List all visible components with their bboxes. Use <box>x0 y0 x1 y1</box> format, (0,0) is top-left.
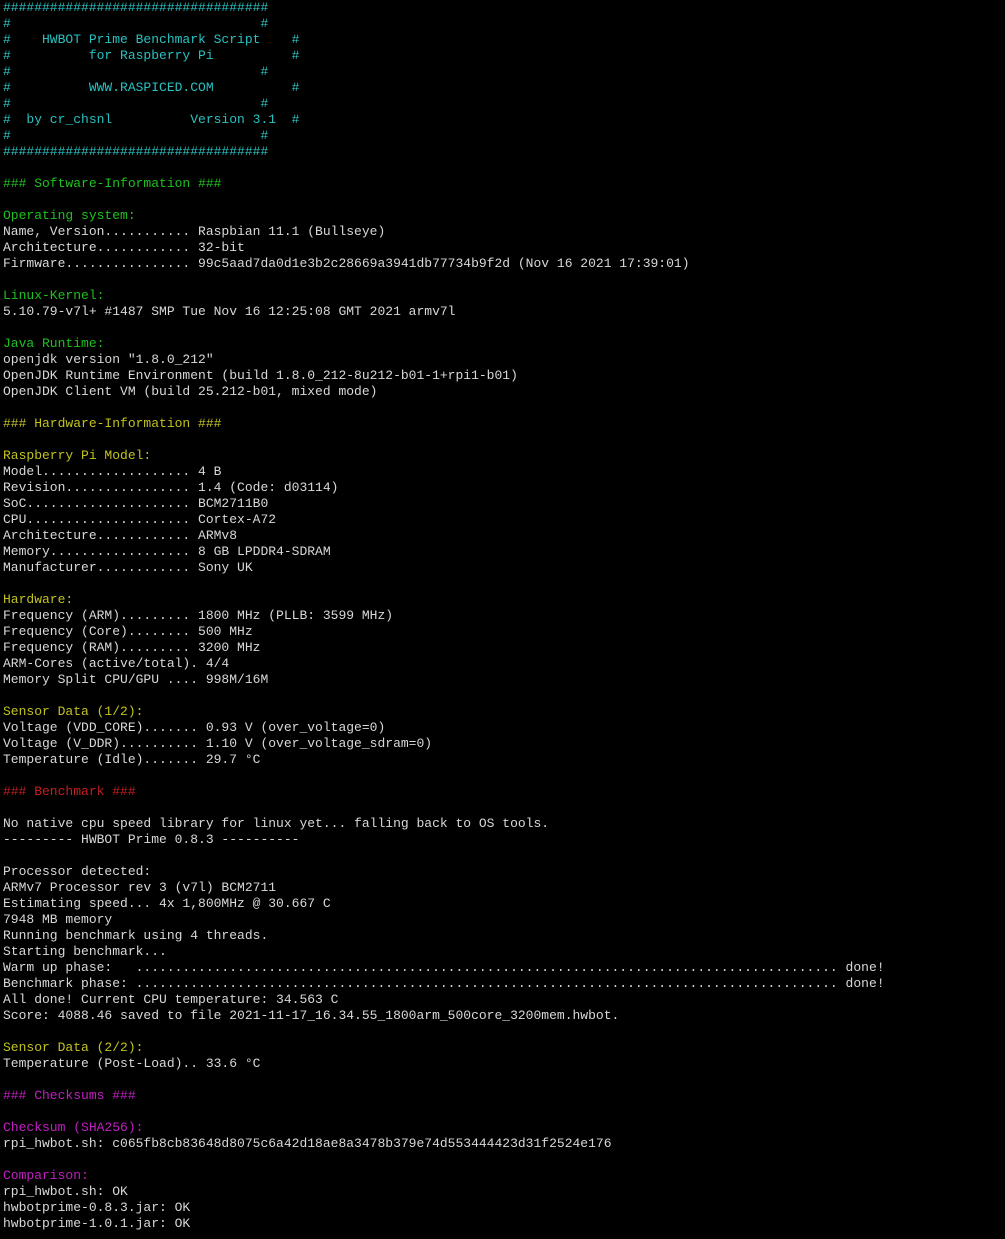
terminal-line: # WWW.RASPICED.COM # <box>3 80 300 95</box>
terminal-line: # HWBOT Prime Benchmark Script # <box>3 32 300 47</box>
terminal-line: # by cr_chsnl Version 3.1 # <box>3 112 300 127</box>
terminal-line: 5.10.79-v7l+ #1487 SMP Tue Nov 16 12:25:… <box>3 304 456 319</box>
terminal-line: hwbotprime-0.8.3.jar: OK <box>3 1200 191 1215</box>
terminal-line: Model................... 4 B <box>3 464 222 479</box>
terminal-line: rpi_hwbot.sh: OK <box>3 1184 128 1199</box>
terminal-line: Java Runtime: <box>3 336 105 351</box>
terminal-line: Architecture............ 32-bit <box>3 240 245 255</box>
terminal-line: rpi_hwbot.sh: c065fb8cb83648d8075c6a42d1… <box>3 1136 612 1151</box>
terminal-line: OpenJDK Runtime Environment (build 1.8.0… <box>3 368 518 383</box>
terminal-line: hwbotprime-1.0.1.jar: OK <box>3 1216 191 1231</box>
terminal-line: Checksum (SHA256): <box>3 1120 144 1135</box>
terminal-line: # # <box>3 96 269 111</box>
terminal-line: ################################## <box>3 144 269 159</box>
terminal-line: OpenJDK Client VM (build 25.212-b01, mix… <box>3 384 378 399</box>
terminal-line: Raspberry Pi Model: <box>3 448 152 463</box>
terminal-line: Frequency (RAM)......... 3200 MHz <box>3 640 261 655</box>
terminal-line: ### Hardware-Information ### <box>3 416 222 431</box>
terminal-line: Temperature (Post-Load).. 33.6 °C <box>3 1056 261 1071</box>
terminal-line: Voltage (VDD_CORE)....... 0.93 V (over_v… <box>3 720 386 735</box>
terminal-line: Processor detected: <box>3 864 152 879</box>
terminal-line: Running benchmark using 4 threads. <box>3 928 269 943</box>
terminal-line: Memory Split CPU/GPU .... 998M/16M <box>3 672 269 687</box>
terminal-window[interactable]: ################################## # # # H… <box>0 0 1005 1239</box>
terminal-line: Revision................ 1.4 (Code: d031… <box>3 480 339 495</box>
terminal-line: openjdk version "1.8.0_212" <box>3 352 214 367</box>
terminal-line: --------- HWBOT Prime 0.8.3 ---------- <box>3 832 300 847</box>
terminal-line: Benchmark phase: .......................… <box>3 976 885 991</box>
terminal-line: Manufacturer............ Sony UK <box>3 560 253 575</box>
terminal-line: 7948 MB memory <box>3 912 113 927</box>
terminal-line: # # <box>3 128 269 143</box>
terminal-line: Warm up phase: .........................… <box>3 960 885 975</box>
terminal-line: ### Benchmark ### <box>3 784 136 799</box>
terminal-line: Estimating speed... 4x 1,800MHz @ 30.667… <box>3 896 331 911</box>
terminal-line: SoC..................... BCM2711B0 <box>3 496 269 511</box>
terminal-line: # # <box>3 16 269 31</box>
terminal-line: Voltage (V_DDR).......... 1.10 V (over_v… <box>3 736 433 751</box>
terminal-line: No native cpu speed library for linux ye… <box>3 816 550 831</box>
terminal-line: Starting benchmark... <box>3 944 167 959</box>
terminal-line: ################################## <box>3 0 269 15</box>
terminal-line: Memory.................. 8 GB LPDDR4-SDR… <box>3 544 331 559</box>
terminal-line: Sensor Data (1/2): <box>3 704 144 719</box>
terminal-line: Frequency (Core)........ 500 MHz <box>3 624 253 639</box>
terminal-line: Architecture............ ARMv8 <box>3 528 238 543</box>
terminal-line: ### Software-Information ### <box>3 176 222 191</box>
terminal-line: Operating system: <box>3 208 136 223</box>
terminal-line: # # <box>3 64 269 79</box>
terminal-line: # for Raspberry Pi # <box>3 48 300 63</box>
terminal-line: ### Checksums ### <box>3 1088 136 1103</box>
terminal-line: Temperature (Idle)....... 29.7 °C <box>3 752 261 767</box>
terminal-line: Hardware: <box>3 592 74 607</box>
terminal-line: CPU..................... Cortex-A72 <box>3 512 277 527</box>
terminal-line: ARMv7 Processor rev 3 (v7l) BCM2711 <box>3 880 277 895</box>
terminal-line: Comparison: <box>3 1168 89 1183</box>
terminal-line: Sensor Data (2/2): <box>3 1040 144 1055</box>
terminal-line: Firmware................ 99c5aad7da0d1e3… <box>3 256 690 271</box>
terminal-line: Frequency (ARM)......... 1800 MHz (PLLB:… <box>3 608 394 623</box>
terminal-line: Score: 4088.46 saved to file 2021-11-17_… <box>3 1008 620 1023</box>
terminal-line: Name, Version........... Raspbian 11.1 (… <box>3 224 386 239</box>
terminal-line: ARM-Cores (active/total). 4/4 <box>3 656 230 671</box>
terminal-line: Linux-Kernel: <box>3 288 105 303</box>
terminal-line: All done! Current CPU temperature: 34.56… <box>3 992 339 1007</box>
